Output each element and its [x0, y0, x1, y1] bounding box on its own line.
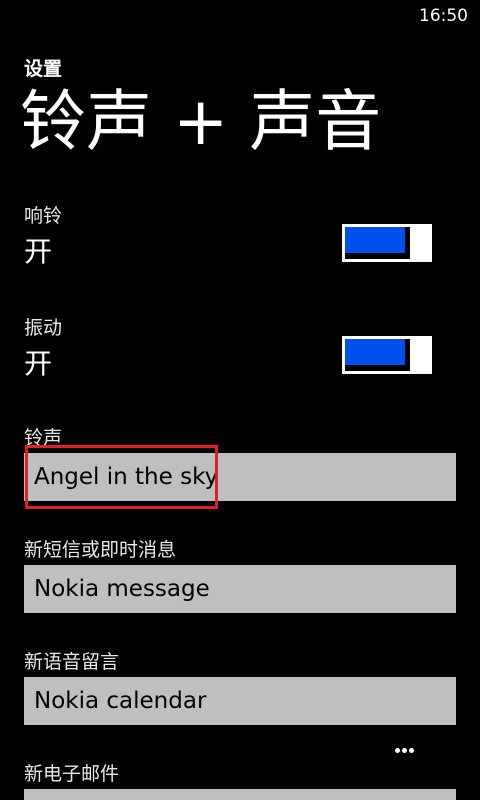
ringer-toggle-fill: [345, 227, 405, 253]
new-email-label: 新电子邮件: [24, 763, 120, 785]
ringtone-picker[interactable]: Angel in the sky: [24, 453, 456, 501]
status-time: 16:50: [419, 6, 468, 26]
new-voicemail-picker[interactable]: Nokia calendar: [24, 677, 456, 725]
new-message-picker[interactable]: Nokia message: [24, 565, 456, 613]
ringer-value: 开: [24, 235, 53, 268]
vibrate-toggle-thumb[interactable]: [410, 336, 432, 374]
vibrate-label: 振动: [24, 317, 63, 339]
ringer-toggle[interactable]: [342, 224, 432, 262]
breadcrumb: 设置: [24, 58, 63, 80]
settings-screen: 16:50 设置 铃声 + 声音 响铃 开 振动 开 铃声 Angel in t…: [0, 0, 480, 800]
new-message-label: 新短信或即时消息: [24, 539, 177, 561]
app-bar-more-icon[interactable]: [393, 745, 417, 757]
ringer-toggle-thumb[interactable]: [410, 224, 432, 262]
vibrate-value: 开: [24, 347, 53, 380]
page-title: 铃声 + 声音: [20, 83, 382, 160]
new-voicemail-label: 新语音留言: [24, 651, 120, 673]
new-email-picker[interactable]: [24, 789, 456, 800]
ringtone-label: 铃声: [24, 427, 63, 449]
vibrate-toggle-fill: [345, 339, 405, 365]
vibrate-toggle[interactable]: [342, 336, 432, 374]
ringer-label: 响铃: [24, 205, 63, 227]
